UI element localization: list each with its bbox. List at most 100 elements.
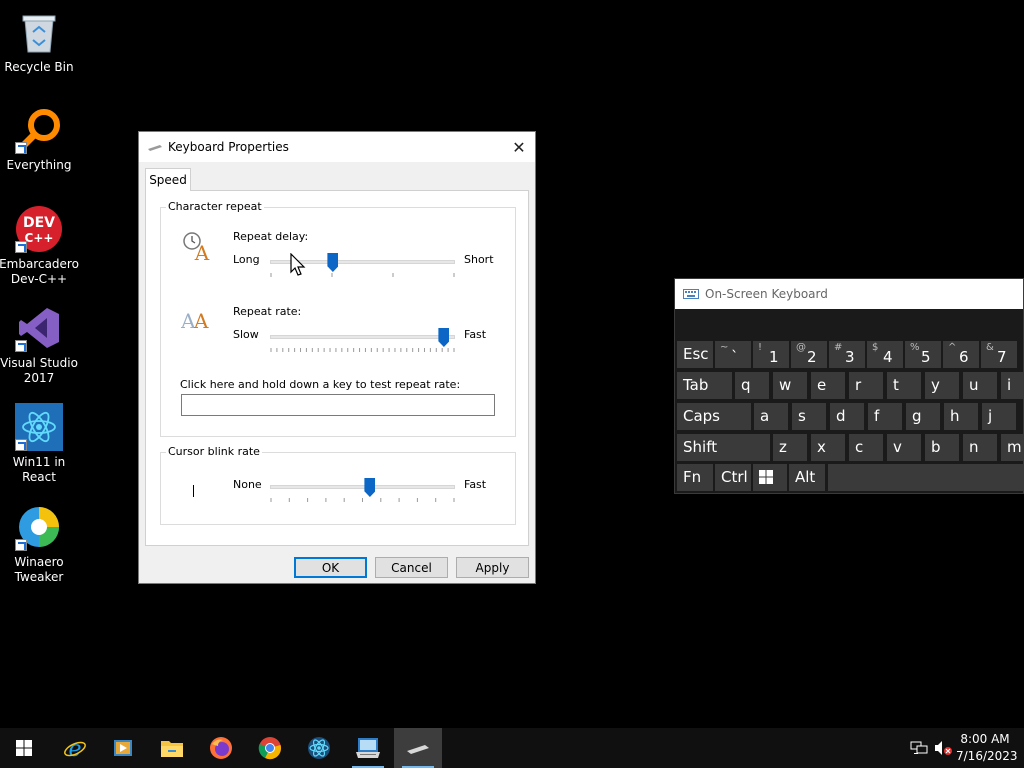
test-repeat-input[interactable]: [181, 394, 495, 416]
osk-key-n[interactable]: n: [963, 434, 997, 461]
desktop-icon-win11-react[interactable]: Win11 in React: [0, 403, 78, 485]
osk-key-shift-label: @: [796, 342, 806, 353]
test-repeat-label: Click here and hold down a key to test r…: [180, 378, 461, 391]
osk-key-t[interactable]: t: [887, 372, 921, 399]
osk-key-j[interactable]: j: [982, 403, 1016, 430]
osk-key-7[interactable]: & 7: [981, 341, 1017, 368]
repeat-delay-label: Repeat delay:: [233, 230, 309, 243]
desktop-icon-recycle-bin[interactable]: Recycle Bin: [0, 8, 78, 75]
desktop-icon-label: Embarcadero Dev-C++: [0, 257, 79, 286]
osk-key-label: `: [731, 348, 739, 366]
osk-key-m[interactable]: m: [1001, 434, 1023, 461]
shortcut-arrow-icon: [15, 539, 27, 551]
shortcut-arrow-icon: [15, 241, 27, 253]
taskbar-internet-explorer[interactable]: e: [51, 728, 99, 768]
osk-key-b[interactable]: b: [925, 434, 959, 461]
osk-key-v[interactable]: v: [887, 434, 921, 461]
osk-key-i[interactable]: i: [1001, 372, 1023, 399]
osk-key-s[interactable]: s: [792, 403, 826, 430]
osk-key-h[interactable]: h: [944, 403, 978, 430]
desktop-icon-devcpp[interactable]: DEV C++ Embarcadero Dev-C++: [0, 205, 79, 287]
cancel-button[interactable]: Cancel: [375, 557, 448, 578]
osk-key-1[interactable]: ! 1: [753, 341, 789, 368]
osk-key-d[interactable]: d: [830, 403, 864, 430]
osk-key-alt[interactable]: Alt: [789, 464, 825, 491]
taskbar-firefox[interactable]: [197, 728, 245, 768]
ok-button[interactable]: OK: [294, 557, 367, 578]
osk-key-5[interactable]: % 5: [905, 341, 941, 368]
cursor-blink-slider[interactable]: [364, 478, 376, 497]
devcpp-icon: DEV C++: [15, 205, 63, 253]
osk-key-6[interactable]: ^ 6: [943, 341, 979, 368]
taskbar-win11-react[interactable]: [295, 728, 343, 768]
dialog-titlebar[interactable]: Keyboard Properties ✕: [139, 132, 535, 162]
osk-key-shift-label: $: [872, 342, 879, 353]
network-icon[interactable]: [908, 728, 930, 768]
apply-button[interactable]: Apply: [456, 557, 529, 578]
chrome-icon: [258, 737, 281, 760]
osk-key-`[interactable]: ~ `: [715, 341, 751, 368]
taskbar-control-panel[interactable]: [344, 728, 392, 768]
osk-key-g[interactable]: g: [906, 403, 940, 430]
osk-key-tab[interactable]: Tab: [677, 372, 732, 399]
osk-key-3[interactable]: #3: [829, 341, 865, 368]
osk-key-r[interactable]: r: [849, 372, 883, 399]
osk-key-shift-label: %: [910, 342, 920, 353]
osk-key-label: 6: [959, 348, 969, 366]
file-explorer-icon: [161, 741, 183, 757]
repeat-rate-ticks: [270, 348, 455, 352]
osk-titlebar[interactable]: On-Screen Keyboard: [675, 279, 1023, 309]
control-panel-icon: [356, 738, 380, 758]
osk-key-a[interactable]: a: [754, 403, 788, 430]
desktop-icon-label: Winaero Tweaker: [14, 555, 64, 584]
desktop-icon-label: Visual Studio 2017: [0, 356, 78, 385]
taskbar-file-explorer[interactable]: [148, 728, 196, 768]
repeat-delay-min-label: Long: [233, 253, 260, 266]
osk-key-y[interactable]: y: [925, 372, 959, 399]
osk-key-esc[interactable]: Esc: [677, 341, 713, 368]
osk-key-e[interactable]: e: [811, 372, 845, 399]
svg-text:e: e: [68, 737, 81, 760]
osk-key-label: 3: [845, 348, 855, 366]
volume-muted-icon[interactable]: [932, 728, 954, 768]
osk-key-windows[interactable]: [753, 464, 787, 491]
desktop-icon-everything[interactable]: Everything: [0, 106, 78, 173]
start-icon: [16, 740, 32, 756]
osk-key-fn[interactable]: Fn: [677, 464, 713, 491]
osk-key-4[interactable]: $4: [867, 341, 903, 368]
svg-text:A: A: [193, 309, 209, 332]
tab-speed[interactable]: Speed: [145, 168, 191, 191]
osk-key-u[interactable]: u: [963, 372, 997, 399]
osk-key-2[interactable]: @2: [791, 341, 827, 368]
osk-key-space[interactable]: [828, 464, 1023, 491]
osk-key-w[interactable]: w: [773, 372, 807, 399]
start-button[interactable]: [0, 728, 48, 768]
speed-tab-panel: Character repeat A Repeat delay: Long Sh…: [145, 190, 529, 546]
osk-key-c[interactable]: c: [849, 434, 883, 461]
repeat-delay-slider[interactable]: [327, 253, 339, 272]
desktop-icon-visual-studio[interactable]: Visual Studio 2017: [0, 304, 78, 386]
taskbar-chrome[interactable]: [246, 728, 294, 768]
desktop-icon-winaero[interactable]: Winaero Tweaker: [0, 503, 78, 585]
svg-text:A: A: [194, 241, 210, 262]
osk-key-q[interactable]: q: [735, 372, 769, 399]
osk-key-shift[interactable]: Shift: [677, 434, 770, 461]
internet-explorer-icon: e: [64, 737, 86, 760]
keyboard-icon: [147, 139, 163, 155]
close-button[interactable]: ✕: [503, 132, 535, 162]
osk-key-f[interactable]: f: [868, 403, 902, 430]
osk-key-caps[interactable]: Caps: [677, 403, 751, 430]
taskbar-media-player[interactable]: [99, 728, 147, 768]
osk-key-x[interactable]: x: [811, 434, 845, 461]
repeat-delay-max-label: Short: [464, 253, 494, 266]
osk-key-z[interactable]: z: [773, 434, 807, 461]
react-icon: [308, 737, 330, 759]
repeat-rate-slider[interactable]: [438, 328, 450, 347]
osk-key-ctrl[interactable]: Ctrl: [715, 464, 751, 491]
keyboard-properties-dialog: Keyboard Properties ✕ Speed Character re…: [138, 131, 536, 584]
osk-key-shift-label: ^: [948, 342, 957, 353]
clock[interactable]: 8:00 AM 7/16/2023: [956, 731, 1018, 765]
taskbar-keyboard-properties[interactable]: [394, 728, 442, 768]
keyboard-properties-icon: [407, 745, 429, 754]
shortcut-arrow-icon: [15, 340, 27, 352]
